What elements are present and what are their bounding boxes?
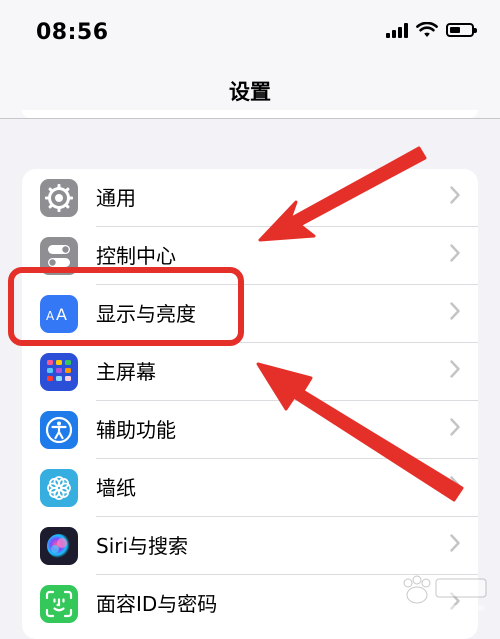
chevron-right-icon — [450, 476, 460, 494]
chevron-right-icon — [450, 418, 460, 436]
highlight-box — [8, 267, 244, 346]
watermark-logo — [403, 575, 487, 611]
settings-row-label: 面容ID与密码 — [96, 592, 218, 616]
settings-row-siri-search[interactable]: Siri与搜索 — [22, 517, 478, 575]
face-id-icon — [40, 585, 78, 623]
status-time: 08:56 — [36, 20, 109, 45]
settings-row-general[interactable]: 通用 — [22, 169, 478, 227]
settings-row-label: 辅助功能 — [96, 418, 176, 442]
settings-row-accessibility[interactable]: 辅助功能 — [22, 401, 478, 459]
previous-group-edge — [22, 110, 478, 118]
settings-row-label: 墙纸 — [96, 476, 136, 500]
settings-row-label: 控制中心 — [96, 244, 176, 268]
battery-level — [450, 27, 460, 33]
accessibility-icon — [40, 411, 78, 449]
settings-row-home-screen[interactable]: 主屏幕 — [22, 343, 478, 401]
chevron-right-icon — [450, 244, 460, 262]
battery-icon — [446, 23, 477, 37]
chevron-right-icon — [450, 534, 460, 552]
flower-icon — [40, 469, 78, 507]
status-bar: 08:56 — [0, 0, 500, 64]
settings-row-label: 通用 — [96, 186, 136, 210]
status-icons — [386, 22, 477, 38]
chevron-right-icon — [450, 302, 460, 320]
nav-divider — [0, 118, 500, 119]
settings-group: 通用 控制中心 A A 显示与亮度 主屏幕 辅助功能 墙纸 Siri与搜索 面容… — [22, 169, 478, 639]
wifi-icon — [416, 22, 438, 37]
home-screen-icon — [40, 353, 78, 391]
page-title: 设置 — [229, 80, 271, 104]
settings-row-wallpaper[interactable]: 墙纸 — [22, 459, 478, 517]
settings-row-label: Siri与搜索 — [96, 534, 189, 558]
siri-icon — [40, 527, 78, 565]
chevron-right-icon — [450, 360, 460, 378]
gear-icon — [40, 179, 78, 217]
settings-row-label: 主屏幕 — [96, 360, 156, 384]
chevron-right-icon — [450, 186, 460, 204]
signal-icon — [386, 22, 408, 38]
